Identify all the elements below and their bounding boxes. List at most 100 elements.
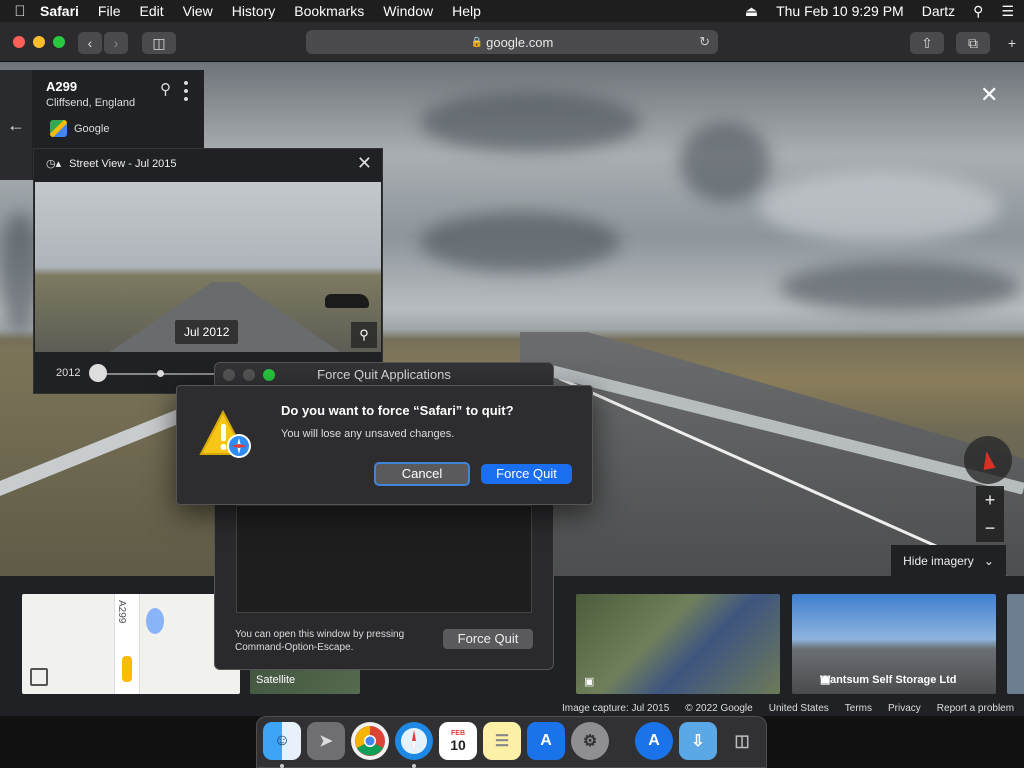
window-close-button[interactable] bbox=[13, 36, 25, 48]
trash-icon[interactable]: ◫ bbox=[723, 722, 761, 760]
browser-toolbar: ‹ › ◫ 🔒 google.com ↻ ⇧ ⧉ + bbox=[0, 22, 1024, 62]
road-surface bbox=[520, 332, 1024, 576]
calendar-icon[interactable]: FEB 10 bbox=[439, 722, 477, 760]
apple-menu-icon[interactable]:  bbox=[0, 3, 40, 20]
app-store-downloads-icon[interactable]: A bbox=[635, 722, 673, 760]
map-road-label: A299 bbox=[116, 600, 127, 624]
history-clock-icon[interactable]: ◷▴ bbox=[46, 157, 61, 170]
running-indicator bbox=[280, 764, 284, 768]
launchpad-icon[interactable]: ➤ bbox=[307, 722, 345, 760]
eject-icon[interactable]: ⏏ bbox=[745, 3, 758, 20]
report-problem-link[interactable]: Report a problem bbox=[937, 703, 1014, 714]
pegman-icon[interactable] bbox=[122, 656, 132, 682]
hide-imagery-label: Hide imagery bbox=[903, 553, 974, 568]
notes-icon[interactable]: ☰ bbox=[483, 722, 521, 760]
menu-window[interactable]: Window bbox=[383, 3, 433, 19]
menu-file[interactable]: File bbox=[98, 3, 121, 19]
car-shape bbox=[325, 294, 369, 308]
reload-icon[interactable]: ↻ bbox=[699, 34, 710, 50]
cloud-shape bbox=[420, 212, 620, 272]
google-maps-logo-icon bbox=[50, 120, 67, 137]
photo-card[interactable]: ▣ bbox=[576, 594, 780, 694]
new-tab-button[interactable]: + bbox=[1000, 32, 1024, 54]
window-zoom-button[interactable] bbox=[53, 36, 65, 48]
menubar-datetime[interactable]: Thu Feb 10 9:29 PM bbox=[776, 3, 904, 19]
window-close-button[interactable] bbox=[223, 369, 235, 381]
window-zoom-button[interactable] bbox=[263, 369, 275, 381]
menu-app-safari[interactable]: Safari bbox=[40, 3, 79, 19]
lock-icon: 🔒 bbox=[470, 36, 484, 48]
timeline-slider-handle[interactable] bbox=[89, 364, 107, 382]
tabs-icon: ⧉ bbox=[968, 34, 978, 51]
image-capture-date: Image capture: Jul 2015 bbox=[562, 703, 670, 714]
satellite-label: Satellite bbox=[256, 674, 296, 686]
back-arrow-icon[interactable]: ← bbox=[0, 70, 32, 180]
terms-link[interactable]: Terms bbox=[845, 703, 872, 714]
chevron-left-icon: ‹ bbox=[87, 35, 93, 51]
close-street-view-icon[interactable]: ✕ bbox=[980, 82, 998, 108]
photo-card[interactable]: ▣ Wantsum Self Storage Ltd bbox=[792, 594, 996, 694]
app-store-icon[interactable]: A bbox=[527, 722, 565, 760]
copyright: © 2022 Google bbox=[685, 703, 753, 714]
share-icon: ⇧ bbox=[921, 34, 933, 51]
place-road-name: A299 bbox=[46, 79, 78, 94]
downloads-folder-icon[interactable]: ⇩ bbox=[679, 722, 717, 760]
list-icon[interactable]: ☰ bbox=[1001, 3, 1014, 20]
cloud-shape bbox=[680, 122, 770, 202]
minimap-card[interactable]: A299 bbox=[22, 594, 240, 694]
time-machine-panel: ◷▴ Street View - Jul 2015 ✕ Jul 2012 ⚲ 2… bbox=[33, 148, 383, 394]
running-indicator bbox=[412, 764, 416, 768]
chevron-right-icon: › bbox=[113, 35, 119, 51]
finder-icon[interactable]: ☺ bbox=[263, 722, 301, 760]
safari-icon[interactable] bbox=[395, 722, 433, 760]
menu-bookmarks[interactable]: Bookmarks bbox=[294, 3, 364, 19]
country-link[interactable]: United States bbox=[769, 703, 829, 714]
share-button[interactable]: ⇧ bbox=[910, 32, 944, 54]
menu-view[interactable]: View bbox=[183, 3, 213, 19]
fullscreen-icon[interactable] bbox=[30, 668, 48, 686]
zoom-in-button[interactable]: + bbox=[976, 486, 1004, 514]
sidebar-button[interactable]: ◫ bbox=[142, 32, 176, 54]
place-location: Cliffsend, England bbox=[46, 97, 136, 109]
menu-edit[interactable]: Edit bbox=[139, 3, 163, 19]
warning-safari-icon bbox=[199, 410, 251, 458]
historic-imagery-preview[interactable]: Jul 2012 ⚲ bbox=[35, 182, 381, 352]
system-preferences-icon[interactable]: ⚙ bbox=[571, 722, 609, 760]
application-list[interactable] bbox=[236, 505, 532, 613]
force-quit-alert: Do you want to force “Safari” to quit? Y… bbox=[176, 385, 593, 505]
alert-detail: You will lose any unsaved changes. bbox=[281, 428, 455, 440]
sidebar-icon: ◫ bbox=[152, 34, 166, 51]
map-water bbox=[146, 608, 164, 634]
photo-card[interactable] bbox=[1007, 594, 1024, 694]
window-minimize-button[interactable] bbox=[243, 369, 255, 381]
privacy-link[interactable]: Privacy bbox=[888, 703, 921, 714]
location-pin-icon[interactable]: ⚲ bbox=[160, 80, 171, 98]
search-icon[interactable]: ⚲ bbox=[973, 3, 983, 20]
compass-needle bbox=[980, 450, 996, 470]
forward-button[interactable]: › bbox=[104, 32, 128, 54]
cloud-shape bbox=[780, 262, 1020, 312]
force-quit-window-button[interactable]: Force Quit bbox=[443, 629, 533, 649]
more-options-icon[interactable]: • • • bbox=[182, 76, 190, 107]
safari-compass-icon bbox=[401, 728, 427, 754]
close-icon[interactable]: ✕ bbox=[357, 153, 372, 174]
window-minimize-button[interactable] bbox=[33, 36, 45, 48]
zoom-out-button[interactable]: − bbox=[976, 514, 1004, 542]
dock: ☺ ➤ FEB 10 ☰ A ⚙ A ⇩ ◫ bbox=[256, 716, 767, 768]
calendar-month: FEB bbox=[451, 729, 465, 737]
zoom-preview-icon[interactable]: ⚲ bbox=[351, 322, 377, 348]
calendar-day: 10 bbox=[450, 736, 466, 753]
address-bar[interactable]: 🔒 google.com ↻ bbox=[306, 30, 718, 54]
force-quit-button[interactable]: Force Quit bbox=[481, 464, 572, 484]
cancel-button[interactable]: Cancel bbox=[374, 462, 470, 486]
chrome-icon[interactable] bbox=[351, 722, 389, 760]
menubar-user[interactable]: Dartz bbox=[922, 3, 955, 19]
timeline-start-year: 2012 bbox=[56, 367, 81, 379]
tabs-overview-button[interactable]: ⧉ bbox=[956, 32, 990, 54]
back-button[interactable]: ‹ bbox=[78, 32, 102, 54]
hide-imagery-button[interactable]: Hide imagery ⌄ bbox=[891, 545, 1006, 576]
compass-icon[interactable] bbox=[964, 436, 1012, 484]
menu-history[interactable]: History bbox=[232, 3, 276, 19]
menu-help[interactable]: Help bbox=[452, 3, 481, 19]
timeline-point[interactable] bbox=[157, 370, 164, 377]
